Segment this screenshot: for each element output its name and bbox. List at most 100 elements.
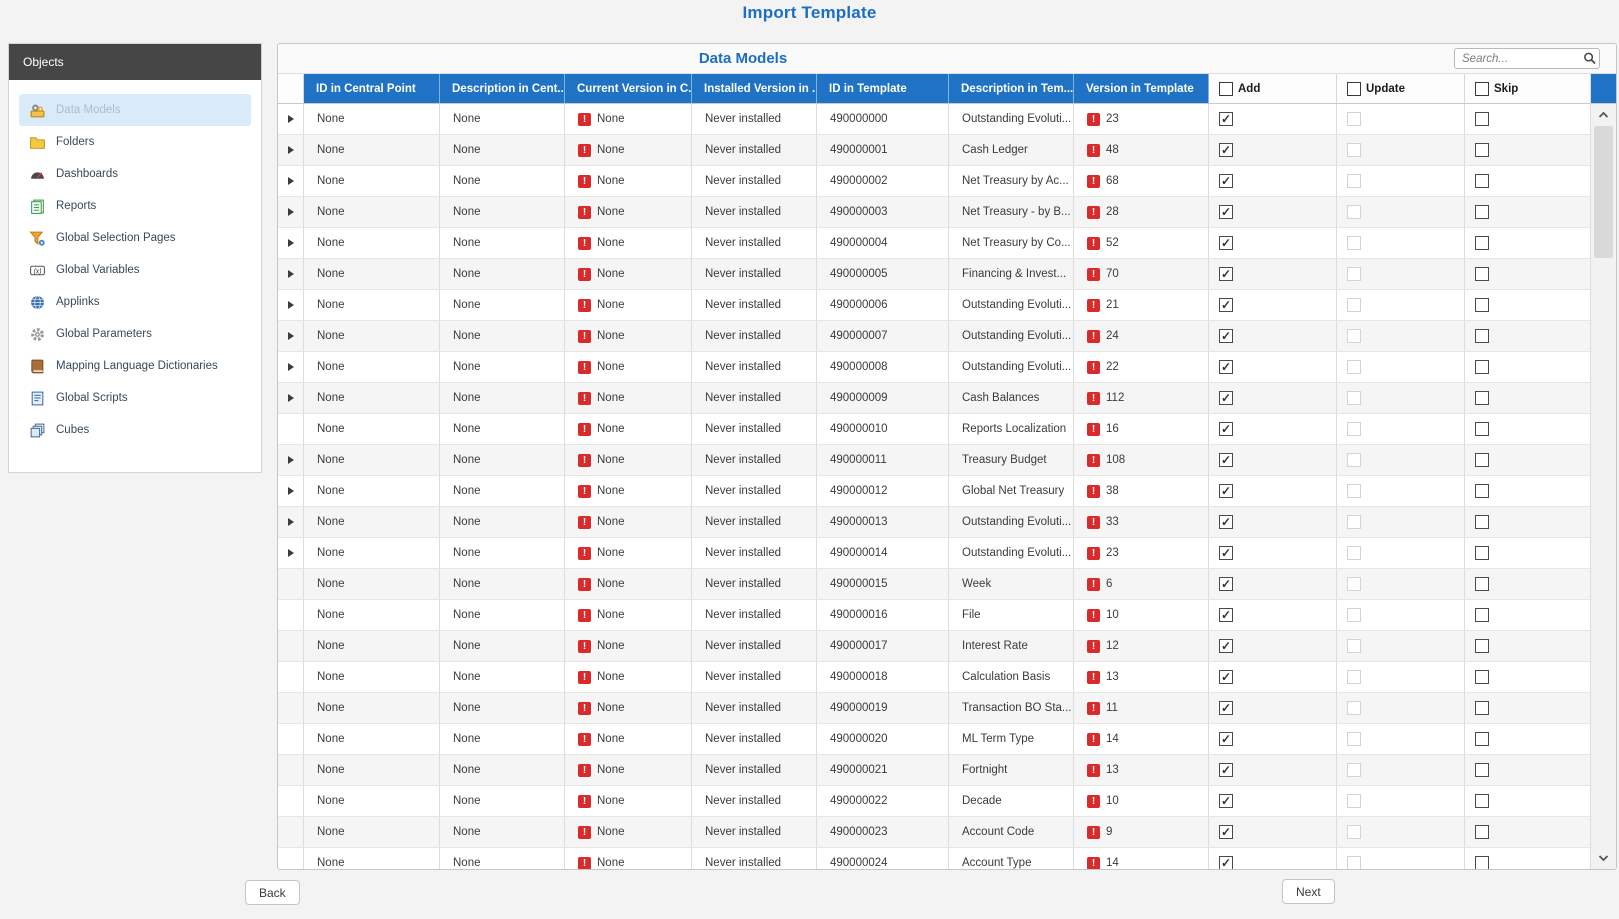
vertical-scrollbar[interactable] [1590, 74, 1616, 869]
column-header[interactable]: ID in Central Point [304, 74, 440, 103]
add-checkbox[interactable]: ✓ [1219, 732, 1233, 746]
skip-checkbox[interactable] [1475, 360, 1489, 374]
table-row[interactable]: None None! None Never installed 490000006 Out… [278, 290, 1591, 321]
search-input[interactable] [1455, 52, 1581, 65]
table-row[interactable]: None None! None Never installed 490000023 Acc… [278, 817, 1591, 848]
expand-arrow-icon[interactable] [287, 363, 294, 371]
add-checkbox[interactable]: ✓ [1219, 422, 1233, 436]
skip-checkbox[interactable] [1475, 825, 1489, 839]
expander-cell[interactable] [278, 104, 304, 134]
skip-checkbox[interactable] [1475, 701, 1489, 715]
column-header[interactable]: Version in Template [1074, 74, 1209, 103]
skip-checkbox[interactable] [1475, 205, 1489, 219]
expander-cell[interactable] [278, 321, 304, 351]
sidebar-item-reports[interactable]: Reports [19, 190, 251, 222]
add-checkbox[interactable]: ✓ [1219, 267, 1233, 281]
expand-arrow-icon[interactable] [287, 518, 294, 526]
add-checkbox[interactable]: ✓ [1219, 484, 1233, 498]
expand-arrow-icon[interactable] [287, 115, 294, 123]
sidebar-item-global-selection-pages[interactable]: Global Selection Pages [19, 222, 251, 254]
add-checkbox[interactable]: ✓ [1219, 360, 1233, 374]
skip-checkbox[interactable] [1475, 732, 1489, 746]
skip-checkbox[interactable] [1475, 856, 1489, 869]
expander-cell[interactable] [278, 507, 304, 537]
table-row[interactable]: None None! None Never installed 490000010 Rep… [278, 414, 1591, 445]
expander-cell[interactable] [278, 290, 304, 320]
expander-cell[interactable] [278, 476, 304, 506]
scroll-thumb[interactable] [1594, 126, 1613, 258]
expand-arrow-icon[interactable] [287, 146, 294, 154]
add-checkbox[interactable]: ✓ [1219, 577, 1233, 591]
expand-arrow-icon[interactable] [287, 394, 294, 402]
expand-arrow-icon[interactable] [287, 270, 294, 278]
skip-header-checkbox[interactable] [1475, 81, 1489, 96]
expand-arrow-icon[interactable] [287, 208, 294, 216]
skip-checkbox[interactable] [1475, 484, 1489, 498]
table-row[interactable]: None None! None Never installed 490000000 Out… [278, 104, 1591, 135]
table-row[interactable]: None None! None Never installed 490000021 For… [278, 755, 1591, 786]
skip-checkbox[interactable] [1475, 267, 1489, 281]
sidebar-item-global-parameters[interactable]: Global Parameters [19, 318, 251, 350]
table-row[interactable]: None None! None Never installed 490000013 Out… [278, 507, 1591, 538]
table-row[interactable]: None None! None Never installed 490000019 Tra… [278, 693, 1591, 724]
expand-arrow-icon[interactable] [287, 549, 294, 557]
expand-arrow-icon[interactable] [287, 332, 294, 340]
update-header-checkbox[interactable] [1347, 81, 1361, 96]
skip-checkbox[interactable] [1475, 608, 1489, 622]
table-row[interactable]: None None! None Never installed 490000011 Tre… [278, 445, 1591, 476]
expander-cell[interactable] [278, 259, 304, 289]
next-button[interactable]: Next [1282, 879, 1335, 904]
add-checkbox[interactable]: ✓ [1219, 670, 1233, 684]
sidebar-item-applinks[interactable]: Applinks [19, 286, 251, 318]
skip-checkbox[interactable] [1475, 577, 1489, 591]
expander-cell[interactable] [278, 352, 304, 382]
add-checkbox[interactable]: ✓ [1219, 515, 1233, 529]
expand-arrow-icon[interactable] [287, 177, 294, 185]
skip-checkbox[interactable] [1475, 236, 1489, 250]
search-box[interactable] [1454, 48, 1600, 69]
sidebar-item-mapping-language-dictionaries[interactable]: Mapping Language Dictionaries [19, 350, 251, 382]
table-row[interactable]: None None! None Never installed 490000009 Cas… [278, 383, 1591, 414]
column-header[interactable]: Description in Tem... [949, 74, 1074, 103]
skip-checkbox[interactable] [1475, 112, 1489, 126]
table-row[interactable]: None None! None Never installed 490000012 Glo… [278, 476, 1591, 507]
column-header[interactable]: Description in Cent... [440, 74, 565, 103]
table-row[interactable]: None None! None Never installed 490000007 Out… [278, 321, 1591, 352]
table-row[interactable]: None None! None Never installed 490000015 Wee… [278, 569, 1591, 600]
add-checkbox[interactable]: ✓ [1219, 391, 1233, 405]
column-header[interactable]: Current Version in C... [565, 74, 692, 103]
column-header[interactable]: Installed Version in ... [692, 74, 817, 103]
add-checkbox[interactable]: ✓ [1219, 298, 1233, 312]
table-row[interactable]: None None! None Never installed 490000017 Int… [278, 631, 1591, 662]
sidebar-item-dashboards[interactable]: Dashboards [19, 158, 251, 190]
table-row[interactable]: None None! None Never installed 490000016 Fil… [278, 600, 1591, 631]
expander-cell[interactable] [278, 228, 304, 258]
column-header[interactable]: ID in Template [817, 74, 949, 103]
expand-arrow-icon[interactable] [287, 301, 294, 309]
table-row[interactable]: None None! None Never installed 490000014 Out… [278, 538, 1591, 569]
search-icon[interactable] [1581, 51, 1599, 66]
add-checkbox[interactable]: ✓ [1219, 856, 1233, 869]
add-checkbox[interactable]: ✓ [1219, 143, 1233, 157]
expand-arrow-icon[interactable] [287, 456, 294, 464]
table-row[interactable]: None None! None Never installed 490000001 Cas… [278, 135, 1591, 166]
skip-checkbox[interactable] [1475, 391, 1489, 405]
expander-cell[interactable] [278, 538, 304, 568]
expander-cell[interactable] [278, 445, 304, 475]
skip-checkbox[interactable] [1475, 422, 1489, 436]
expand-arrow-icon[interactable] [287, 239, 294, 247]
sidebar-item-global-variables[interactable]: (x) Global Variables [19, 254, 251, 286]
add-checkbox[interactable]: ✓ [1219, 453, 1233, 467]
table-row[interactable]: None None! None Never installed 490000003 Net… [278, 197, 1591, 228]
sidebar-item-data-models[interactable]: Data Models [19, 94, 251, 126]
add-checkbox[interactable]: ✓ [1219, 701, 1233, 715]
add-checkbox[interactable]: ✓ [1219, 546, 1233, 560]
skip-checkbox[interactable] [1475, 794, 1489, 808]
scroll-up-button[interactable] [1591, 106, 1616, 124]
add-header-checkbox[interactable] [1219, 81, 1233, 96]
sidebar-item-global-scripts[interactable]: Global Scripts [19, 382, 251, 414]
sidebar-item-folders[interactable]: Folders [19, 126, 251, 158]
skip-checkbox[interactable] [1475, 639, 1489, 653]
back-button[interactable]: Back [245, 880, 300, 905]
expander-cell[interactable] [278, 166, 304, 196]
